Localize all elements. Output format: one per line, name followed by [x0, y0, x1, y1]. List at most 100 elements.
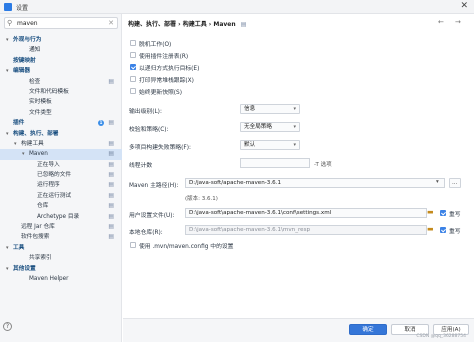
output-level-select[interactable]: 信息 ▾	[240, 104, 300, 114]
tree-item[interactable]: ▾ 构建工具 ▤	[0, 139, 122, 149]
tree-item[interactable]: ▾ 其他设置	[0, 264, 122, 274]
user-settings-label: 用户设置文件(U):	[129, 213, 175, 219]
project-scope-icon: ▤	[108, 191, 114, 199]
user-settings-input[interactable]: D:\java-soft\apache-maven-3.6.1\conf\set…	[185, 208, 427, 218]
tree-item[interactable]: 检查 ▤	[0, 77, 122, 87]
tree-item[interactable]: ▾ 外观与行为	[0, 35, 122, 45]
tree-item[interactable]: Maven Helper	[0, 274, 122, 284]
tree-item[interactable]: 共享索引	[0, 253, 122, 263]
project-scope-icon: ▤	[108, 202, 114, 210]
checksum-policy-label: 校验和策略(C):	[129, 127, 169, 133]
breadcrumb: 构建、执行、部署 › 构建工具 › Maven ▤	[128, 21, 247, 28]
folder-icon[interactable]: ▬	[427, 225, 434, 233]
search-input[interactable]: ⚲ maven ✕	[4, 17, 118, 29]
project-scope-icon: ▤	[240, 21, 247, 28]
project-scope-icon: ▤	[108, 171, 114, 179]
clear-icon[interactable]: ✕	[108, 19, 114, 27]
project-scope-icon: ▤	[108, 150, 114, 158]
sidebar: ⚲ maven ✕ ▾ 外观与行为 通知 按键映射 ▾ 编辑器 检查 ▤ 文件和代码模板 实时模板…	[0, 14, 122, 342]
tree-item-label: 文件和代码模板	[29, 88, 69, 95]
tree-item-label: 构建、执行、部署	[13, 130, 59, 137]
checkbox-offline[interactable]	[130, 40, 136, 46]
output-level-label: 输出级别(L):	[129, 109, 162, 115]
tree-item-label: 已忽略的文件	[37, 172, 72, 179]
tree-item[interactable]: 仓库 ▤	[0, 201, 122, 211]
maven-home-input[interactable]: D:/java-soft/apache-maven-3.6.1	[185, 178, 445, 188]
maven-version: (版本: 3.6.1)	[185, 196, 218, 202]
mvn-config-label: 使用 .mvn/maven.config 中的设置	[139, 244, 234, 250]
back-icon[interactable]: ←	[438, 18, 444, 26]
browse-maven-home-button[interactable]: ...	[449, 178, 461, 188]
override-settings-label: 重写	[449, 212, 461, 218]
breadcrumb-part: Maven	[213, 21, 236, 28]
tree-item[interactable]: 插件 1 ▤	[0, 118, 122, 128]
chevron-down-icon[interactable]: ▾	[6, 243, 9, 253]
forward-icon[interactable]: →	[455, 18, 461, 26]
project-scope-icon: ▤	[108, 160, 114, 168]
folder-icon[interactable]: ▬	[427, 208, 434, 216]
tree-item-label: Maven Helper	[29, 275, 69, 282]
checkbox-label: 始终更新快照(S)	[139, 90, 182, 96]
override-repo-checkbox[interactable]	[440, 227, 446, 233]
close-icon[interactable]: ✕	[460, 1, 468, 11]
tree-item[interactable]: 正在导入 ▤	[0, 160, 122, 170]
tree-item-label: 其他设置	[13, 265, 36, 272]
tree-item[interactable]: 远程 Jar 仓库 ▤	[0, 222, 122, 232]
tree-item[interactable]: 正在运行测试 ▤	[0, 191, 122, 201]
tree-item-label: 插件	[13, 120, 25, 127]
settings-window: 设置 ✕ ⚲ maven ✕ ▾ 外观与行为 通知 按键映射 ▾ 编辑器 检查 ▤ 文件和代码模…	[0, 0, 474, 342]
tree-item-label: 正在运行测试	[37, 192, 72, 199]
chevron-down-icon[interactable]: ▾	[436, 179, 439, 185]
chevron-down-icon[interactable]: ▾	[6, 66, 9, 76]
tree-item-label: Maven	[29, 151, 48, 158]
chevron-down-icon[interactable]: ▾	[6, 129, 9, 139]
tree-item-label: 运行程序	[37, 182, 60, 189]
tree-item[interactable]: Archetype 目录 ▤	[0, 212, 122, 222]
thread-count-input[interactable]	[240, 158, 310, 168]
tree-item[interactable]: 运行程序 ▤	[0, 180, 122, 190]
failure-policy-label: 多项目构建失败策略(F):	[129, 145, 191, 151]
tree-item[interactable]: 通知	[0, 45, 122, 55]
mvn-config-checkbox[interactable]	[130, 242, 136, 248]
tree-item[interactable]: ▾ 构建、执行、部署	[0, 129, 122, 139]
checkbox-update-snapshots[interactable]	[130, 88, 136, 94]
tree-item-label: 检查	[29, 78, 41, 85]
checkbox-stacktrace[interactable]	[130, 76, 136, 82]
help-icon[interactable]: ?	[3, 322, 12, 331]
settings-tree: ▾ 外观与行为 通知 按键映射 ▾ 编辑器 检查 ▤ 文件和代码模板 实时模板 文件类型 插件 1 ▤ ▾ 构…	[0, 35, 122, 284]
chevron-down-icon[interactable]: ▾	[6, 35, 9, 45]
ok-button[interactable]: 确定	[349, 324, 387, 335]
project-scope-icon: ▤	[108, 139, 114, 147]
checksum-policy-select[interactable]: 无全局策略 ▾	[240, 122, 300, 132]
tree-item-label: 软件包搜索	[21, 234, 50, 241]
chevron-down-icon[interactable]: ▾	[6, 264, 9, 274]
chevron-down-icon[interactable]: ▾	[14, 139, 17, 149]
tree-item[interactable]: 已忽略的文件 ▤	[0, 170, 122, 180]
tree-item-label: Archetype 目录	[37, 213, 80, 220]
tree-item[interactable]: ▾ Maven ▤	[0, 149, 122, 160]
checkbox-label: 使用插件注册表(R)	[139, 54, 189, 60]
checkbox-label: 打印异常堆栈跟踪(X)	[139, 78, 194, 84]
tree-item[interactable]: 实时模板	[0, 97, 122, 107]
thread-count-label: 线程计数	[129, 163, 153, 169]
tree-item[interactable]: 软件包搜索 ▤	[0, 232, 122, 242]
tree-item[interactable]: 文件和代码模板	[0, 87, 122, 97]
app-logo-icon	[4, 3, 12, 11]
failure-policy-select[interactable]: 默认 ▾	[240, 140, 300, 150]
tree-item[interactable]: ▾ 工具	[0, 243, 122, 253]
checkbox-plugin-registry[interactable]	[130, 52, 136, 58]
chevron-down-icon[interactable]: ▾	[22, 149, 25, 159]
tree-item-label: 按键映射	[13, 57, 36, 64]
watermark: CSDN @qq_36288754	[416, 334, 466, 339]
tree-item-label: 仓库	[37, 203, 49, 210]
local-repo-input[interactable]: D:\java-soft\apache-maven-3.6.1\mvn_resp	[185, 225, 427, 235]
checkbox-recursive[interactable]	[130, 64, 136, 70]
override-settings-checkbox[interactable]	[440, 210, 446, 216]
tree-item[interactable]: 文件类型	[0, 108, 122, 118]
tree-item[interactable]: 按键映射	[0, 56, 122, 66]
search-value[interactable]: maven	[17, 20, 38, 27]
tree-item-label: 编辑器	[13, 68, 31, 75]
thread-count-hint: -T 选项	[314, 162, 332, 168]
title-bar: 设置 ✕	[0, 0, 474, 14]
tree-item[interactable]: ▾ 编辑器	[0, 66, 122, 76]
